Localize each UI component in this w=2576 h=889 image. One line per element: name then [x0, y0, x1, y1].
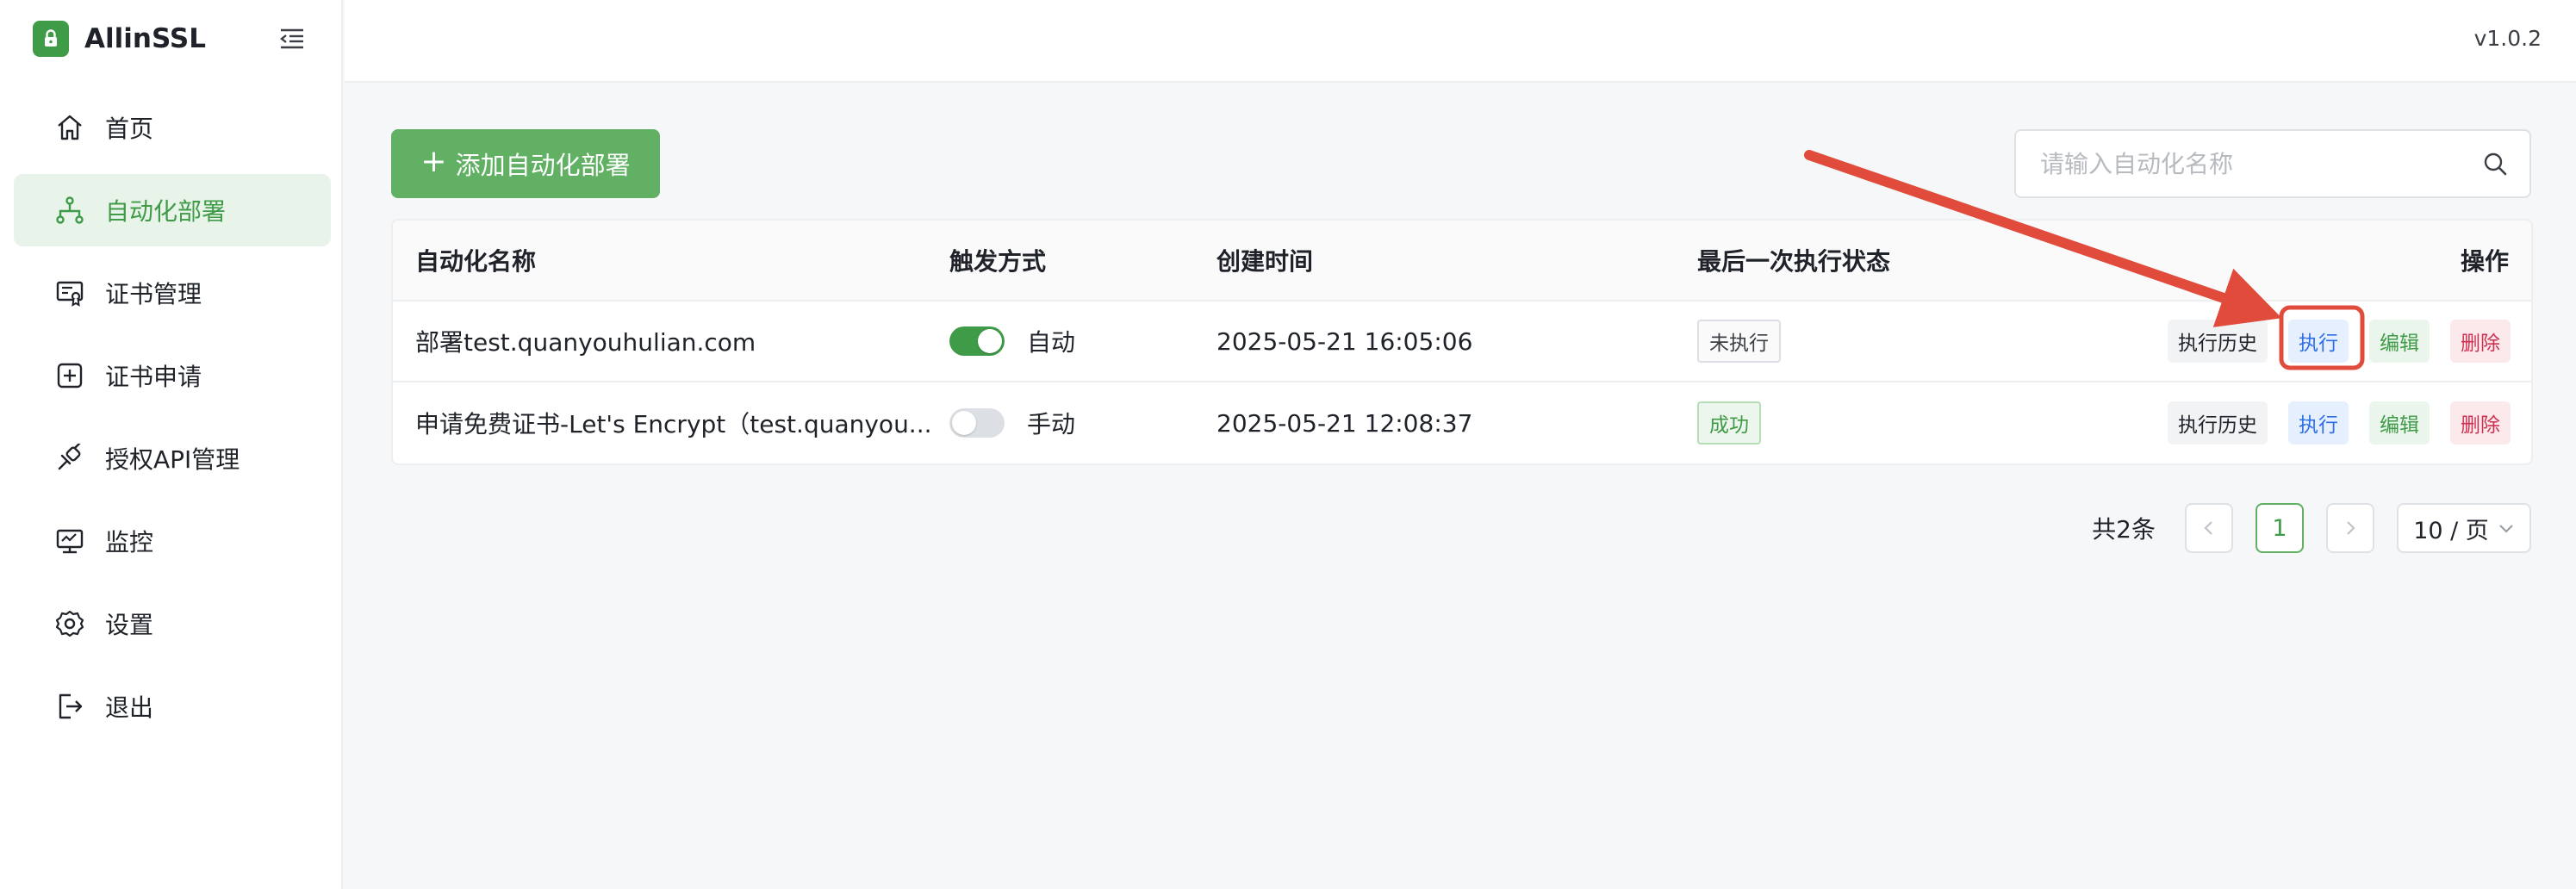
- add-automation-label: 添加自动化部署: [455, 151, 631, 180]
- sidebar-item-label: 首页: [105, 115, 154, 143]
- workflow-icon: [53, 194, 86, 227]
- row-actions: 执行历史 执行 编辑 删除: [2168, 302, 2511, 381]
- brand[interactable]: AllinSSL: [33, 19, 206, 59]
- prev-page-button[interactable]: [2185, 503, 2233, 553]
- gear-icon: [53, 607, 86, 640]
- trigger-toggle[interactable]: [949, 326, 1005, 356]
- sidebar-item-label: 自动化部署: [105, 197, 227, 226]
- trigger-toggle[interactable]: [949, 408, 1005, 438]
- edit-button[interactable]: 编辑: [2369, 320, 2430, 363]
- row-name: 部署test.quanyouhulian.com: [415, 328, 756, 357]
- sidebar-menu: 首页 自动化部署 证书管理 证书申请 授权API管理 监控 设置 退出: [14, 91, 331, 753]
- sidebar-item-label: 设置: [105, 611, 154, 639]
- column-header-trigger: 触发方式: [949, 247, 1047, 276]
- column-header-actions: 操作: [2460, 247, 2509, 276]
- sidebar-item-logout[interactable]: 退出: [14, 670, 331, 743]
- page-size-value: 10 / 页: [2413, 517, 2489, 544]
- collapse-sidebar-button[interactable]: [276, 22, 308, 55]
- sidebar-item-label: 授权API管理: [105, 445, 240, 474]
- next-page-button[interactable]: [2326, 503, 2374, 553]
- history-button[interactable]: 执行历史: [2168, 401, 2268, 444]
- menu-collapse-icon: [280, 28, 303, 49]
- row-trigger: 自动: [949, 302, 1075, 381]
- monitor-icon: [53, 525, 86, 557]
- column-header-name: 自动化名称: [415, 247, 537, 276]
- row-name: 申请免费证书-Let's Encrypt（test.quanyou...: [415, 410, 932, 438]
- page-size-select[interactable]: 10 / 页: [2397, 503, 2531, 553]
- column-header-status: 最后一次执行状态: [1697, 247, 1891, 276]
- plus-square-icon: [53, 359, 86, 392]
- history-button[interactable]: 执行历史: [2168, 320, 2268, 363]
- sidebar-item-automation[interactable]: 自动化部署: [14, 174, 331, 246]
- status-badge: 未执行: [1697, 320, 1781, 363]
- chevron-down-icon: [2499, 525, 2513, 533]
- column-header-created: 创建时间: [1216, 247, 1314, 276]
- sidebar-item-label: 退出: [105, 693, 154, 722]
- row-trigger: 手动: [949, 382, 1075, 463]
- logout-icon: [53, 690, 86, 723]
- add-automation-button[interactable]: + 添加自动化部署: [391, 129, 660, 198]
- plus-icon: +: [420, 144, 447, 179]
- brand-logo-icon: [33, 21, 69, 57]
- top-header: v1.0.2: [345, 0, 2576, 83]
- row-status: 成功: [1697, 382, 1761, 463]
- edit-button[interactable]: 编辑: [2369, 401, 2430, 444]
- trigger-label: 手动: [1027, 410, 1076, 438]
- version-label: v1.0.2: [2473, 26, 2542, 51]
- row-created-time: 2025-05-21 12:08:37: [1216, 408, 1473, 438]
- search-icon[interactable]: [2461, 131, 2529, 196]
- status-badge: 成功: [1697, 401, 1761, 444]
- delete-button[interactable]: 删除: [2450, 401, 2511, 444]
- chevron-left-icon: [2204, 521, 2212, 535]
- sidebar-item-api[interactable]: 授权API管理: [14, 422, 331, 494]
- run-button[interactable]: 执行: [2288, 320, 2349, 363]
- sidebar-item-cert-apply[interactable]: 证书申请: [14, 339, 331, 412]
- sidebar-item-label: 证书申请: [105, 363, 202, 391]
- table-header: 自动化名称 触发方式 创建时间 最后一次执行状态 操作: [393, 221, 2531, 302]
- toggle-knob: [978, 329, 1002, 353]
- brand-name: AllinSSL: [84, 23, 206, 54]
- pagination: 共2条 1 10 / 页: [2092, 503, 2531, 553]
- table-row: 部署test.quanyouhulian.com 自动 2025-05-21 1…: [393, 302, 2531, 382]
- delete-button[interactable]: 删除: [2450, 320, 2511, 363]
- certificate-icon: [53, 277, 86, 309]
- total-count: 共2条: [2092, 515, 2156, 544]
- sidebar-item-certificates[interactable]: 证书管理: [14, 257, 331, 329]
- sidebar-item-monitor[interactable]: 监控: [14, 505, 331, 577]
- sidebar-item-label: 监控: [105, 528, 154, 556]
- table-row: 申请免费证书-Let's Encrypt（test.quanyou... 手动 …: [393, 382, 2531, 463]
- api-plug-icon: [53, 442, 86, 475]
- page-number-button[interactable]: 1: [2256, 503, 2304, 553]
- search-input[interactable]: [2016, 149, 2461, 178]
- sidebar: AllinSSL 首页 自动化部署 证书管理 证书申请 授权API管理 监控 设…: [0, 0, 343, 889]
- sidebar-item-home[interactable]: 首页: [14, 91, 331, 164]
- row-actions: 执行历史 执行 编辑 删除: [2168, 382, 2511, 463]
- toggle-knob: [952, 411, 976, 435]
- run-button[interactable]: 执行: [2288, 401, 2349, 444]
- search-box: [2014, 129, 2531, 198]
- automation-table: 自动化名称 触发方式 创建时间 最后一次执行状态 操作 部署test.quany…: [391, 219, 2533, 465]
- home-icon: [53, 111, 86, 144]
- row-created-time: 2025-05-21 16:05:06: [1216, 326, 1473, 356]
- sidebar-item-settings[interactable]: 设置: [14, 587, 331, 660]
- sidebar-item-label: 证书管理: [105, 280, 202, 308]
- chevron-right-icon: [2347, 521, 2355, 535]
- row-status: 未执行: [1697, 302, 1781, 381]
- trigger-label: 自动: [1027, 328, 1076, 357]
